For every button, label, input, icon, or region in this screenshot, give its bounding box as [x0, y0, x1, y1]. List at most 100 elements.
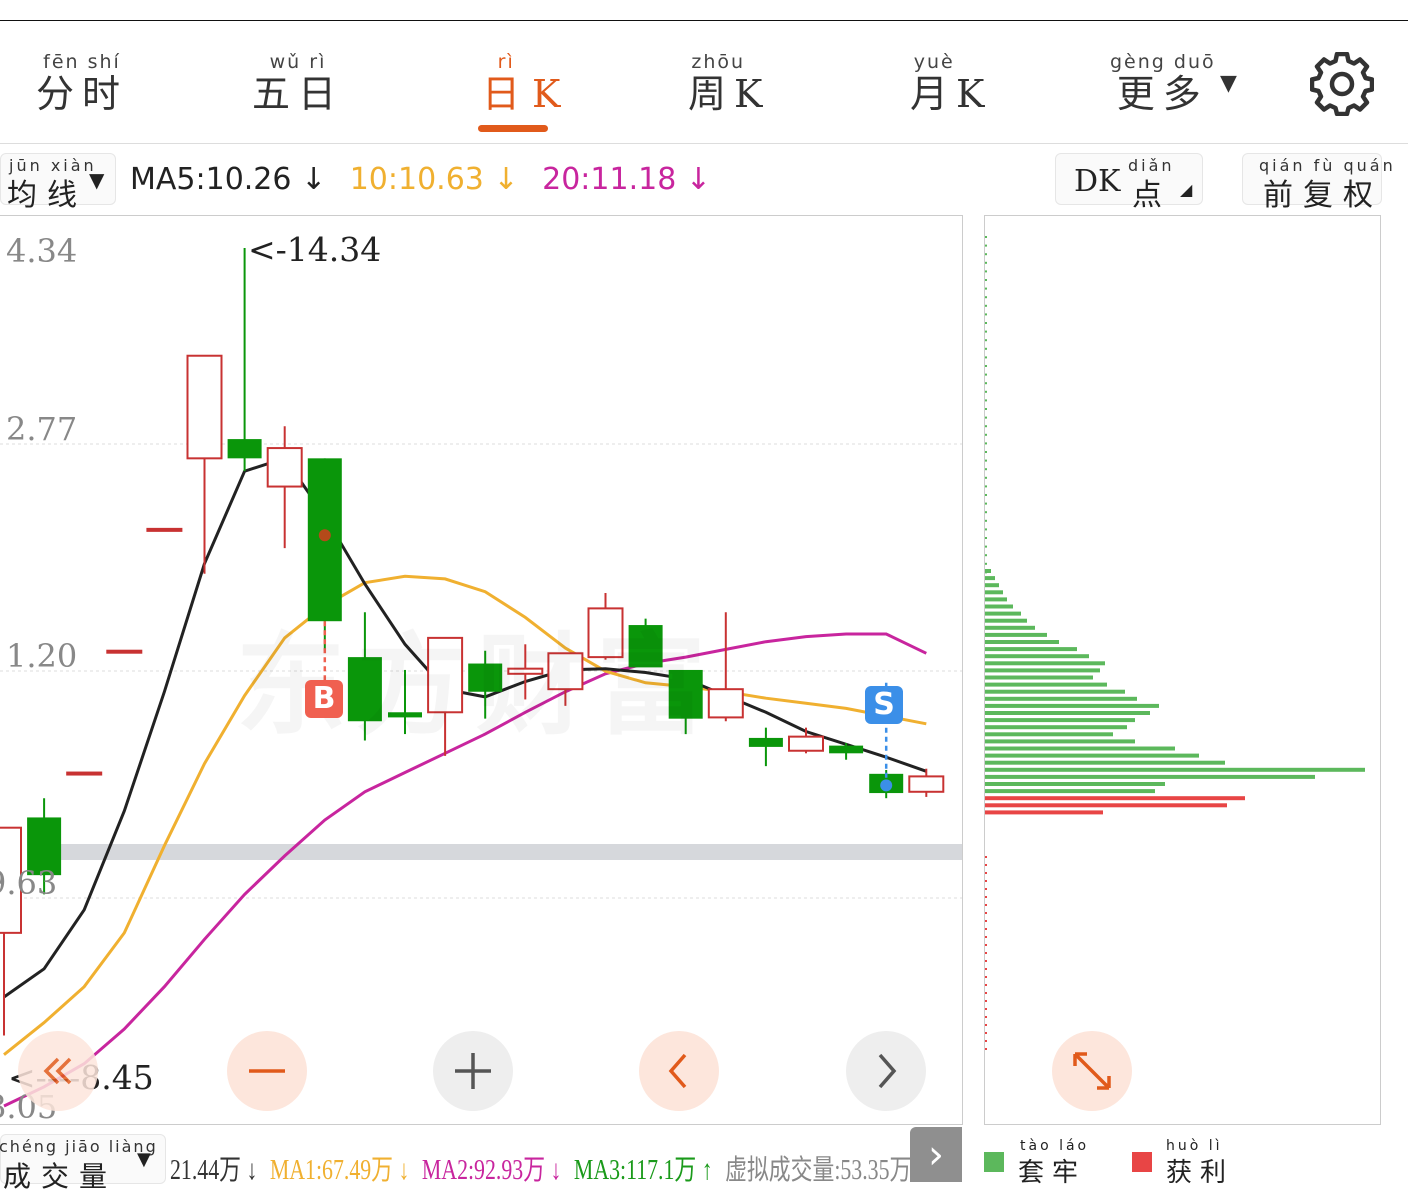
- chip-bar-1: [985, 576, 995, 581]
- chip-tail-low-6: [985, 904, 987, 906]
- chip-tail-10: [985, 322, 987, 324]
- ma-values: MA5:10.26 ↓ 10:10.63 ↓ 20:11.18 ↓: [130, 162, 711, 197]
- candle-5: [186, 354, 223, 574]
- chip-bar-2: [985, 583, 999, 588]
- kline-chart[interactable]: 4.34 2.77 1.20 9.63 8.05 <-14.34 <----8.…: [0, 215, 963, 1126]
- ma20-value: 20:11.18 ↓: [542, 162, 711, 197]
- chip-tail-37: [985, 554, 987, 557]
- chip-bar-13: [985, 661, 1105, 666]
- tab-five-day[interactable]: wǔ rì 五日: [252, 51, 344, 115]
- chip-tail-13: [985, 347, 987, 350]
- candle-6: [227, 248, 262, 472]
- zoom-out-button[interactable]: [227, 1031, 307, 1111]
- chip-tail-3: [985, 261, 987, 264]
- chip-bar-32: [985, 796, 1245, 801]
- chip-tail-18: [985, 390, 987, 393]
- chip-tail-low-14: [985, 968, 987, 970]
- volume-item-1: MA1:67.49万 ↓: [269, 1155, 410, 1186]
- expand-arrows-icon: [1073, 1052, 1111, 1090]
- chip-tail-low-24: [985, 1048, 987, 1050]
- volume-indicator-bar: chéng jiāo liàng 成交量 ▼ 21.44万 ↓ MA1:67.49…: [0, 1130, 960, 1193]
- candle-body-19: [748, 737, 783, 747]
- zoom-in-button[interactable]: [433, 1031, 513, 1111]
- chip-tail-22: [985, 425, 987, 428]
- candle-body-3: [106, 649, 143, 654]
- chip-tail-9: [985, 313, 987, 316]
- buy-signal[interactable]: B: [305, 680, 343, 718]
- chip-bar-17: [985, 689, 1125, 694]
- chip-tail-low-7: [985, 912, 987, 914]
- sell-signal-dot: [880, 779, 893, 792]
- chip-tail-35: [985, 537, 987, 539]
- chip-tail-26: [985, 459, 987, 462]
- tab-monthly-k[interactable]: yuè 月K: [910, 51, 992, 115]
- chip-tail-34: [985, 528, 987, 531]
- chip-tail-low-18: [985, 1000, 987, 1002]
- chip-bar-34: [985, 810, 1103, 815]
- candle-23: [908, 768, 945, 797]
- scroll-right-button[interactable]: [846, 1031, 926, 1111]
- candle-body-5: [186, 354, 223, 460]
- candle-body-20: [788, 735, 824, 752]
- chip-bar-6: [985, 611, 1021, 616]
- tab-daily-k[interactable]: rì 日K: [482, 51, 572, 115]
- chip-tail-23: [985, 433, 987, 436]
- chip-tail-1: [985, 244, 987, 247]
- chip-tail-low-9: [985, 928, 987, 930]
- jump-start-button[interactable]: [18, 1031, 98, 1111]
- chip-tail-0: [985, 236, 987, 238]
- scroll-left-button[interactable]: [639, 1031, 719, 1111]
- chip-bar-21: [985, 718, 1135, 723]
- chip-bar-18: [985, 696, 1137, 701]
- chevron-left-icon: [668, 1053, 687, 1089]
- sell-signal[interactable]: S: [865, 686, 903, 724]
- tab-more[interactable]: gèng duō 更多 ▼: [1110, 51, 1237, 115]
- chip-tail-low-20: [985, 1016, 987, 1018]
- dk-point-button[interactable]: DK diǎn 点 ◢: [1055, 153, 1203, 213]
- volume-selector[interactable]: chéng jiāo liàng 成交量 ▼: [0, 1134, 166, 1193]
- tab-weekly-k[interactable]: zhōu 周K: [688, 51, 770, 115]
- candle-21: [829, 743, 864, 760]
- corner-triangle-icon: ◢: [1180, 180, 1193, 199]
- period-tabs: fēn shí 分时 wǔ rì 五日 rì 日K zhōu 周K yuè 月K…: [0, 21, 1408, 144]
- candle-body-4: [146, 527, 183, 532]
- chip-tail-19: [985, 399, 987, 402]
- chip-tail-30: [985, 494, 987, 496]
- support-band: [44, 844, 962, 860]
- chip-tail-low-22: [985, 1032, 987, 1034]
- candle-4: [146, 527, 183, 532]
- expand-button[interactable]: [1052, 1031, 1132, 1111]
- candle-7: [266, 426, 303, 549]
- chip-tail-24: [985, 442, 987, 445]
- ma-selector[interactable]: jūn xiàn 均线 ▼: [0, 153, 116, 213]
- chip-bar-9: [985, 632, 1047, 637]
- candle-2: [66, 771, 103, 776]
- volume-item-0: 21.44万 ↓: [170, 1155, 258, 1186]
- chip-bar-11: [985, 647, 1077, 652]
- gear-icon[interactable]: [1310, 52, 1374, 116]
- chip-bar-5: [985, 604, 1013, 609]
- chip-tail-28: [985, 476, 987, 479]
- chip-tail-29: [985, 485, 987, 488]
- legend-swatch-loss: [984, 1152, 1004, 1172]
- adjust-selector[interactable]: qián fù quán 前复权: [1242, 153, 1393, 213]
- chip-tail-low-11: [985, 944, 987, 946]
- watermark: 东方财富: [236, 596, 716, 756]
- next-indicator-button[interactable]: ›: [910, 1127, 962, 1182]
- caret-down-icon: ▼: [137, 1149, 151, 1170]
- chip-bar-0: [985, 569, 991, 573]
- chip-tail-low-12: [985, 952, 987, 954]
- chip-tail-low-21: [985, 1024, 987, 1026]
- tab-minute[interactable]: fēn shí 分时: [36, 51, 128, 115]
- chip-tail-16: [985, 373, 987, 376]
- chip-tail-low-8: [985, 920, 987, 922]
- chip-bar-19: [985, 703, 1159, 708]
- candle-20: [788, 727, 824, 754]
- chip-bar-22: [985, 725, 1127, 730]
- chip-tail-20: [985, 408, 987, 410]
- chip-tail-4: [985, 270, 987, 273]
- chip-bar-26: [985, 753, 1199, 758]
- chip-tail-25: [985, 451, 987, 453]
- chip-tail-low-19: [985, 1008, 987, 1010]
- chip-tail-low-17: [985, 992, 987, 994]
